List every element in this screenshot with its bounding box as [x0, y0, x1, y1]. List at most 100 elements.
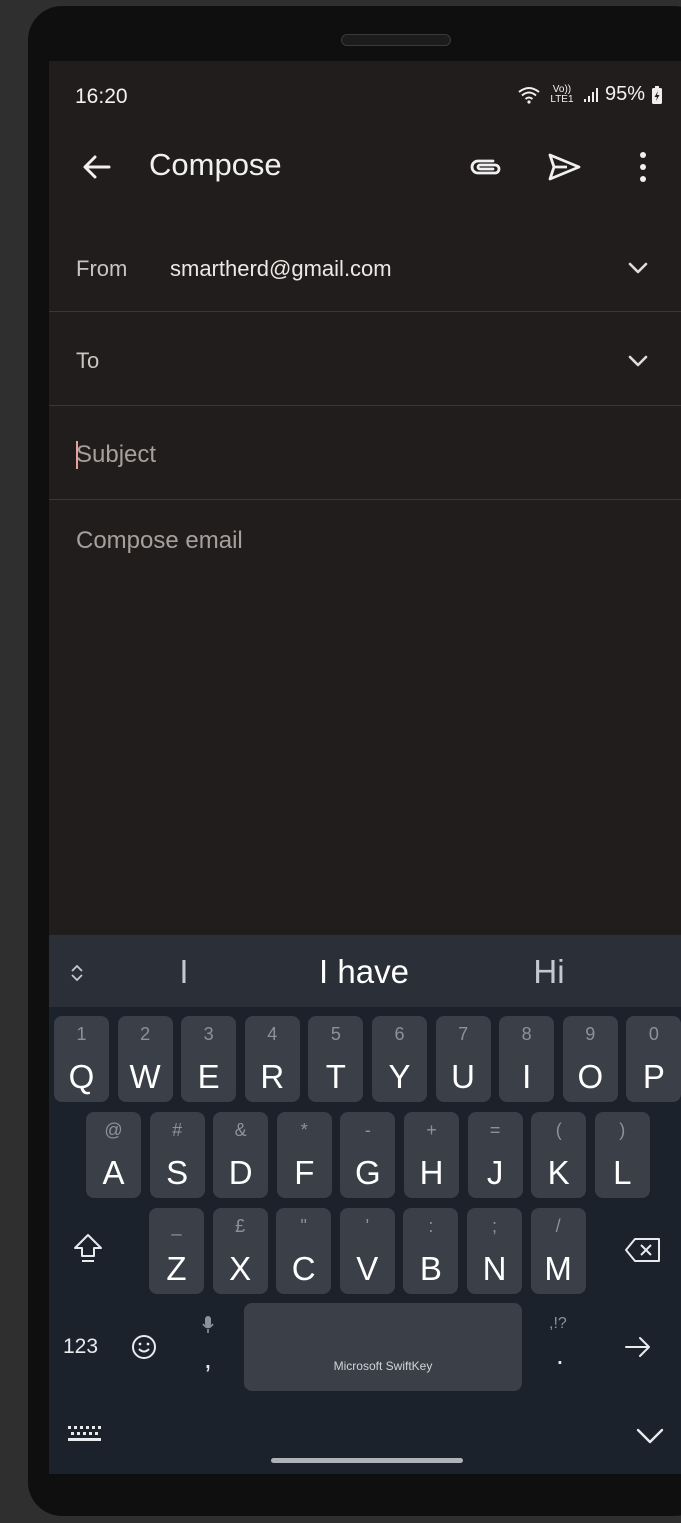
- battery-charging-icon: [652, 85, 662, 104]
- key-secondary-char: 4: [267, 1024, 278, 1044]
- shift-icon[interactable]: [71, 1231, 105, 1265]
- earpiece-speaker: [341, 34, 451, 46]
- key-d[interactable]: & D: [213, 1112, 269, 1198]
- key-x[interactable]: £ X: [212, 1208, 268, 1294]
- key-p[interactable]: 0P: [626, 1016, 681, 1102]
- from-field[interactable]: From smartherd@gmail.com: [49, 246, 681, 312]
- key-n[interactable]: ; N: [467, 1208, 522, 1294]
- key-letter: Q: [68, 1058, 95, 1095]
- network-type: Vo)) LTE1: [550, 83, 574, 105]
- key-letter: C: [291, 1250, 316, 1287]
- key-i[interactable]: 8I: [499, 1016, 555, 1102]
- keyboard-layout-icon[interactable]: [66, 1423, 102, 1447]
- key-letter: Z: [166, 1250, 187, 1287]
- key-secondary-char: ': [365, 1216, 370, 1236]
- from-label: From: [76, 256, 128, 281]
- key-letter: H: [419, 1154, 444, 1191]
- compose-body-field[interactable]: Compose email: [76, 527, 243, 555]
- status-right: Vo)) LTE1 95%: [517, 83, 663, 106]
- key-secondary-char: *: [300, 1120, 308, 1140]
- enter-arrow-icon[interactable]: [624, 1335, 652, 1359]
- key-secondary-char: (: [555, 1120, 562, 1140]
- suggestion-bar: I I have Hi: [49, 935, 681, 1007]
- backspace-icon[interactable]: [624, 1237, 662, 1263]
- hide-keyboard-icon[interactable]: [635, 1427, 665, 1445]
- key-y[interactable]: 6Y: [372, 1016, 427, 1102]
- chevron-down-icon[interactable]: [627, 261, 649, 275]
- key-f[interactable]: * F: [276, 1112, 332, 1198]
- key-letter: V: [356, 1250, 379, 1287]
- key-secondary-char: 6: [394, 1024, 405, 1044]
- key-secondary-char: :: [428, 1216, 434, 1236]
- key-e[interactable]: 3E: [181, 1016, 237, 1102]
- key-secondary-char: ): [619, 1120, 626, 1140]
- wifi-icon: [518, 86, 540, 104]
- key-j[interactable]: = J: [467, 1112, 523, 1198]
- suggestion-3[interactable]: Hi: [509, 953, 589, 991]
- key-letter: N: [482, 1250, 507, 1287]
- key-l[interactable]: ) L: [594, 1112, 650, 1198]
- key-secondary-char: #: [172, 1120, 183, 1140]
- to-field[interactable]: To: [49, 312, 681, 406]
- expand-toolbar-icon[interactable]: [69, 963, 85, 983]
- from-value: smartherd@gmail.com: [170, 256, 392, 281]
- key-k[interactable]: (K: [531, 1112, 587, 1198]
- key-a[interactable]: @ A: [86, 1112, 141, 1198]
- key-secondary-char: ": [300, 1216, 307, 1236]
- attachment-icon[interactable]: [467, 149, 505, 185]
- key-secondary-char: +: [426, 1120, 437, 1140]
- more-options-icon[interactable]: [633, 148, 653, 186]
- space-bar[interactable]: Microsoft SwiftKey: [244, 1303, 522, 1391]
- key-secondary-char: 8: [521, 1024, 532, 1044]
- key-letter: O: [577, 1058, 604, 1095]
- key-m[interactable]: / M: [530, 1208, 586, 1294]
- key-s[interactable]: # S: [149, 1112, 205, 1198]
- back-arrow-icon[interactable]: [79, 149, 115, 185]
- chevron-down-icon[interactable]: [627, 354, 649, 368]
- status-time: 16:20: [75, 85, 128, 108]
- comma-key[interactable]: ,: [204, 1343, 212, 1375]
- text-cursor: [76, 441, 78, 469]
- key-secondary-char: _: [171, 1216, 182, 1236]
- key-t[interactable]: 5T: [308, 1016, 364, 1102]
- key-q[interactable]: 1Q: [54, 1016, 109, 1102]
- suggestion-1[interactable]: I: [159, 953, 209, 991]
- key-v[interactable]: ' V: [339, 1208, 395, 1294]
- key-u[interactable]: 7U: [435, 1016, 491, 1102]
- key-b[interactable]: :B: [403, 1208, 459, 1294]
- key-secondary-char: 9: [585, 1024, 596, 1044]
- period-key[interactable]: .: [556, 1339, 564, 1371]
- key-secondary-char: 2: [140, 1024, 151, 1044]
- key-h[interactable]: + H: [404, 1112, 459, 1198]
- key-o[interactable]: 9O: [562, 1016, 618, 1102]
- key-letter: X: [229, 1250, 252, 1287]
- key-r[interactable]: 4R: [244, 1016, 300, 1102]
- keyboard: I I have Hi 1 Q 2 W 3 E 4 R 5 T 6 Y 7 U 8 I 9 O 0 P @ A # S & D * F…: [49, 935, 681, 1474]
- key-letter: W: [129, 1058, 161, 1095]
- key-c[interactable]: " C: [276, 1208, 332, 1294]
- key-letter: M: [544, 1250, 572, 1287]
- key-secondary-char: /: [555, 1216, 561, 1236]
- key-secondary-char: 3: [203, 1024, 214, 1044]
- gesture-nav-handle[interactable]: [271, 1458, 463, 1463]
- key-letter: Y: [388, 1058, 411, 1095]
- suggestion-2[interactable]: I have: [289, 953, 439, 991]
- key-letter: J: [486, 1154, 504, 1191]
- key-g[interactable]: -G: [340, 1112, 396, 1198]
- key-z[interactable]: _ Z: [149, 1208, 204, 1294]
- signal-icon: [583, 87, 598, 102]
- key-letter: T: [325, 1058, 346, 1095]
- key-letter: P: [642, 1058, 665, 1095]
- subject-field[interactable]: Subject: [49, 406, 681, 500]
- microphone-icon[interactable]: [201, 1315, 215, 1335]
- key-letter: B: [419, 1250, 442, 1287]
- key-w[interactable]: 2W: [117, 1016, 173, 1102]
- key-secondary-char: 1: [76, 1024, 87, 1044]
- battery-percent: 95%: [604, 83, 645, 105]
- key-letter: I: [522, 1058, 532, 1095]
- key-letter: F: [294, 1154, 315, 1191]
- key-secondary-char: &: [234, 1120, 247, 1140]
- send-icon[interactable]: [545, 148, 583, 186]
- emoji-icon[interactable]: [131, 1334, 157, 1360]
- numbers-key[interactable]: 123: [63, 1335, 98, 1359]
